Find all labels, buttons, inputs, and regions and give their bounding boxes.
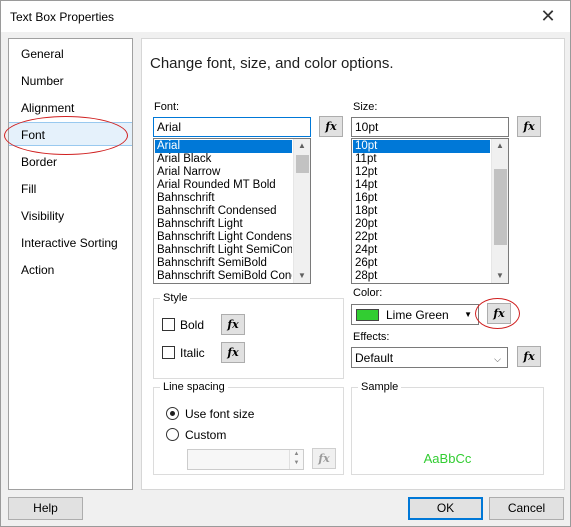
color-value: Lime Green	[386, 308, 449, 322]
spinner-buttons[interactable]: ▲ ▼	[289, 450, 303, 469]
font-page: Change font, size, and color options. Fo…	[141, 38, 565, 490]
size-option[interactable]: 20pt	[353, 218, 490, 231]
font-option[interactable]: Bahnschrift	[155, 192, 292, 205]
bold-label: Bold	[180, 318, 205, 332]
font-option[interactable]: Bahnschrift SemiBold	[155, 257, 292, 270]
font-option[interactable]: Arial Rounded MT Bold	[155, 179, 292, 192]
size-option[interactable]: 26pt	[353, 257, 490, 270]
sidebar-item-number[interactable]: Number	[21, 74, 64, 88]
sample-group-title: Sample	[358, 381, 402, 393]
scroll-down-icon[interactable]: ▼	[294, 269, 310, 283]
dropdown-arrow-icon: ▼	[464, 310, 472, 319]
font-option[interactable]: Bahnschrift Condensed	[155, 205, 292, 218]
size-option[interactable]: 18pt	[353, 205, 490, 218]
scroll-thumb[interactable]	[296, 155, 309, 173]
scroll-up-icon[interactable]: ▲	[492, 139, 508, 153]
color-label: Color:	[353, 287, 383, 299]
page-heading: Change font, size, and color options.	[150, 55, 394, 72]
italic-label: Italic	[180, 346, 205, 360]
help-button[interactable]: Help	[8, 497, 83, 520]
use-font-size-radio[interactable]	[166, 407, 179, 420]
line-spacing-group-title: Line spacing	[160, 381, 228, 393]
sidebar-item-font[interactable]: Font	[9, 122, 132, 146]
custom-radio[interactable]	[166, 428, 179, 441]
size-option[interactable]: 24pt	[353, 244, 490, 257]
chevron-down-icon: ⌵	[494, 354, 501, 364]
size-expression-button[interactable]: fx	[517, 116, 541, 137]
scroll-up-icon[interactable]: ▲	[294, 139, 310, 153]
color-swatch	[356, 309, 379, 321]
sample-group: Sample AaBbCc	[351, 381, 544, 475]
scroll-thumb[interactable]	[494, 169, 507, 245]
font-option[interactable]: Bahnschrift Light Condensed	[155, 231, 292, 244]
size-option[interactable]: 16pt	[353, 192, 490, 205]
sidebar-item-general[interactable]: General	[21, 47, 64, 61]
sidebar-item-visibility[interactable]: Visibility	[21, 209, 64, 223]
size-list-scrollbar[interactable]: ▲ ▼	[491, 139, 508, 283]
italic-checkbox[interactable]	[162, 346, 175, 359]
title-bar: Text Box Properties ✕	[1, 1, 570, 32]
use-font-size-label: Use font size	[185, 407, 255, 421]
effects-expression-button[interactable]: fx	[517, 346, 541, 367]
font-option[interactable]: Arial	[155, 140, 292, 153]
line-spacing-expression-button[interactable]: fx	[312, 448, 336, 469]
sidebar-item-border[interactable]: Border	[21, 155, 57, 169]
custom-label: Custom	[185, 428, 227, 442]
font-size-input[interactable]: 10pt	[351, 117, 509, 137]
font-option[interactable]: Bahnschrift SemiBold Condensed	[155, 270, 292, 283]
text-box-properties-dialog: Text Box Properties ✕ General Number Ali…	[0, 0, 571, 527]
size-option[interactable]: 22pt	[353, 231, 490, 244]
effects-dropdown[interactable]: Default ⌵	[351, 347, 508, 368]
bold-expression-button[interactable]: fx	[221, 314, 245, 335]
font-label: Font:	[154, 101, 180, 113]
color-expression-button[interactable]: fx	[487, 303, 511, 324]
font-option[interactable]: Arial Narrow	[155, 166, 292, 179]
font-expression-button[interactable]: fx	[319, 116, 343, 137]
size-option[interactable]: 10pt	[353, 140, 490, 153]
spin-down-icon[interactable]: ▼	[290, 459, 303, 468]
size-option[interactable]: 28pt	[353, 270, 490, 283]
font-list[interactable]: Arial Arial Black Arial Narrow Arial Rounde…	[153, 138, 311, 284]
spin-up-icon[interactable]: ▲	[290, 450, 303, 459]
style-group: Style Bold fx Italic fx	[153, 292, 344, 379]
sidebar-item-fill[interactable]: Fill	[21, 182, 36, 196]
font-option[interactable]: Bahnschrift Light	[155, 218, 292, 231]
italic-expression-button[interactable]: fx	[221, 342, 245, 363]
size-option[interactable]: 14pt	[353, 179, 490, 192]
color-dropdown[interactable]: Lime Green ▼	[351, 304, 479, 325]
effects-value: Default	[355, 351, 394, 365]
font-name-input[interactable]: Arial	[153, 117, 311, 137]
sample-text: AaBbCc	[423, 451, 472, 466]
font-option[interactable]: Bahnschrift Light SemiCondensed	[155, 244, 292, 257]
font-list-scrollbar[interactable]: ▲ ▼	[293, 139, 310, 283]
sidebar-item-interactive-sorting[interactable]: Interactive Sorting	[21, 236, 118, 250]
font-option[interactable]: Arial Black	[155, 153, 292, 166]
size-option[interactable]: 11pt	[353, 153, 490, 166]
custom-spacing-spinner[interactable]: ▲ ▼	[187, 449, 304, 470]
close-icon[interactable]: ✕	[530, 2, 566, 30]
category-sidebar: General Number Alignment Font Border Fil…	[8, 38, 133, 490]
sidebar-item-action[interactable]: Action	[21, 263, 54, 277]
size-option[interactable]: 12pt	[353, 166, 490, 179]
window-title: Text Box Properties	[10, 10, 115, 24]
effects-label: Effects:	[353, 331, 390, 343]
sidebar-item-alignment[interactable]: Alignment	[21, 101, 74, 115]
style-group-title: Style	[160, 292, 191, 304]
scroll-down-icon[interactable]: ▼	[492, 269, 508, 283]
size-list[interactable]: 10pt 11pt 12pt 14pt 16pt 18pt 20pt 22pt 24pt 26pt…	[351, 138, 509, 284]
cancel-button[interactable]: Cancel	[489, 497, 564, 520]
size-label: Size:	[353, 101, 378, 113]
line-spacing-group: Line spacing Use font size Custom ▲ ▼ fx	[153, 381, 344, 475]
ok-button[interactable]: OK	[408, 497, 483, 520]
bold-checkbox[interactable]	[162, 318, 175, 331]
